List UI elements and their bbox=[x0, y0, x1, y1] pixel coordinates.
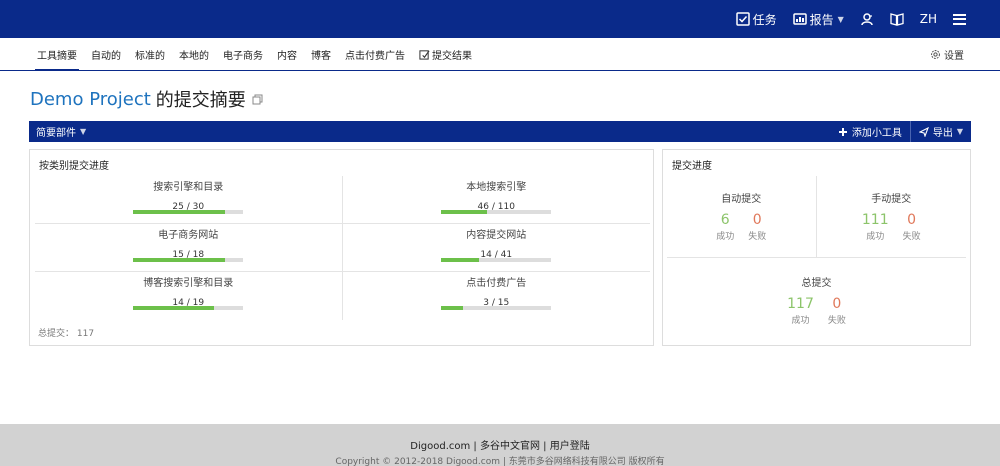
export-button[interactable]: 导出 ▼ bbox=[909, 121, 971, 142]
progress-bar bbox=[133, 306, 244, 310]
category-cell: 内容提交网站 14 / 41 bbox=[343, 224, 651, 271]
category-label: 本地搜索引擎 bbox=[466, 182, 527, 193]
category-cell: 博客搜索引擎和目录 14 / 19 bbox=[35, 272, 343, 320]
category-label: 博客搜索引擎和目录 bbox=[143, 278, 234, 289]
panel-title: 按类别提交进度 bbox=[39, 161, 109, 172]
book-icon bbox=[890, 13, 904, 26]
progress-bar bbox=[441, 210, 552, 214]
progress-bar bbox=[133, 258, 244, 262]
fail-count: 0 bbox=[752, 212, 762, 228]
category-label: 点击付费广告 bbox=[466, 278, 527, 289]
widget-bar: 简要部件 ▼ 添加小工具 导出 ▼ bbox=[29, 121, 971, 142]
submission-progress-panel: 提交进度 自动提交 6 成功 0 失败 手动提交 111 成功 0 失败 总提交… bbox=[662, 149, 971, 346]
users-icon bbox=[861, 13, 873, 26]
reports-icon bbox=[792, 13, 807, 25]
users-button[interactable] bbox=[860, 12, 874, 26]
summary-widgets-dropdown[interactable]: 简要部件 ▼ bbox=[29, 124, 86, 139]
total-submissions: 总提交： 117 bbox=[38, 329, 95, 339]
reports-menu[interactable]: 报告 ▼ bbox=[792, 11, 844, 28]
success-count: 6 bbox=[720, 212, 730, 228]
footer-copyright: Copyright © 2012-2018 Digood.com | 东莞市多谷… bbox=[335, 457, 665, 466]
copy-icon[interactable] bbox=[252, 94, 263, 105]
tab-ecommerce[interactable]: 电子商务 bbox=[216, 38, 270, 70]
total-submission-stat: 总提交 117 成功 0 失败 bbox=[787, 278, 846, 326]
footer-links[interactable]: Digood.com | 多谷中文官网 | 用户登陆 bbox=[0, 437, 1000, 452]
hamburger-menu-icon[interactable] bbox=[953, 13, 966, 25]
success-count: 111 bbox=[861, 212, 889, 228]
tab-tool-summary[interactable]: 工具摘要 bbox=[30, 38, 84, 71]
page-title: Demo Project 的提交摘要 bbox=[30, 86, 263, 112]
category-progress-panel: 按类别提交进度 搜索引擎和目录 25 / 30 本地搜索引擎 46 / 110 … bbox=[29, 149, 654, 346]
chevron-down-icon: ▼ bbox=[956, 127, 963, 136]
chevron-down-icon: ▼ bbox=[80, 127, 87, 136]
tab-ppc[interactable]: 点击付费广告 bbox=[338, 38, 412, 70]
reports-label: 报告 bbox=[809, 12, 834, 27]
category-cell: 本地搜索引擎 46 / 110 bbox=[343, 176, 651, 223]
plus-icon bbox=[838, 127, 847, 136]
nav-tabs: 工具摘要 自动的 标准的 本地的 电子商务 内容 博客 点击付费广告 提交结果 … bbox=[0, 38, 1000, 71]
fail-count: 0 bbox=[832, 296, 842, 312]
send-icon bbox=[918, 126, 929, 137]
edit-check-icon bbox=[419, 49, 430, 60]
progress-bar bbox=[133, 210, 244, 214]
title-suffix: 的提交摘要 bbox=[155, 90, 246, 111]
category-cell: 电子商务网站 15 / 18 bbox=[35, 224, 343, 271]
auto-submission-stat: 自动提交 6 成功 0 失败 bbox=[667, 176, 817, 257]
fail-count: 0 bbox=[907, 212, 917, 228]
tab-local[interactable]: 本地的 bbox=[172, 38, 216, 70]
success-count: 117 bbox=[787, 296, 814, 312]
tab-standard[interactable]: 标准的 bbox=[128, 38, 172, 70]
footer: Digood.com | 多谷中文官网 | 用户登陆 Copyright © 2… bbox=[0, 424, 1000, 466]
gear-icon bbox=[931, 50, 940, 59]
chevron-down-icon: ▼ bbox=[837, 14, 844, 24]
top-bar: 任务 报告 ▼ ZH bbox=[0, 0, 1000, 38]
category-label: 电子商务网站 bbox=[158, 230, 219, 241]
manual-submission-stat: 手动提交 111 成功 0 失败 bbox=[861, 194, 921, 242]
tasks-label: 任务 bbox=[752, 12, 777, 27]
tab-submission-results[interactable]: 提交结果 bbox=[412, 38, 479, 70]
tab-automatic[interactable]: 自动的 bbox=[84, 38, 128, 70]
help-button[interactable] bbox=[890, 12, 904, 26]
tasks-icon bbox=[735, 12, 750, 26]
panel-title: 提交进度 bbox=[672, 161, 712, 172]
progress-bar bbox=[441, 306, 552, 310]
category-label: 搜索引擎和目录 bbox=[153, 182, 224, 193]
category-cell: 搜索引擎和目录 25 / 30 bbox=[35, 176, 343, 223]
settings-link[interactable]: 设置 bbox=[930, 38, 964, 71]
project-name-link[interactable]: Demo Project bbox=[30, 89, 151, 110]
category-cell: 点击付费广告 3 / 15 bbox=[343, 272, 651, 320]
language-switcher[interactable]: ZH bbox=[920, 12, 937, 26]
add-widget-button[interactable]: 添加小工具 bbox=[830, 121, 910, 142]
progress-bar bbox=[441, 258, 552, 262]
tab-content[interactable]: 内容 bbox=[270, 38, 304, 70]
tab-blog[interactable]: 博客 bbox=[304, 38, 338, 70]
tasks-menu[interactable]: 任务 bbox=[735, 11, 777, 28]
category-label: 内容提交网站 bbox=[466, 230, 527, 241]
